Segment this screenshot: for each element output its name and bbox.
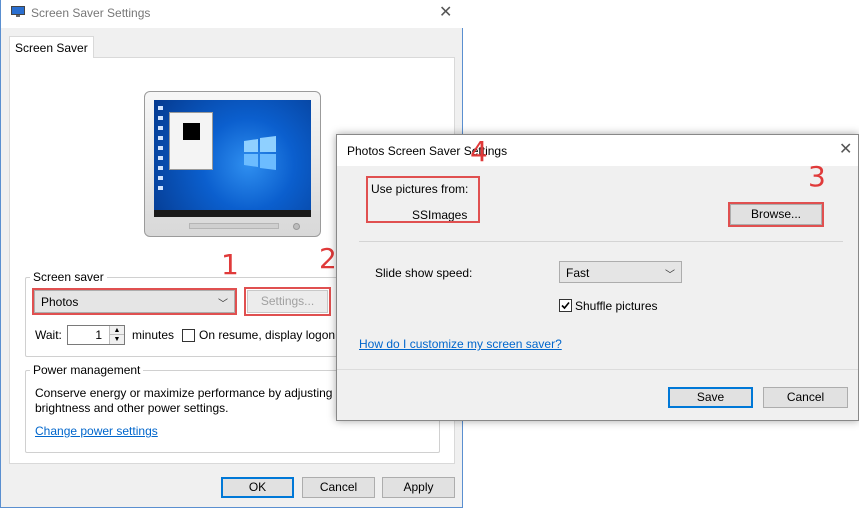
monitor-icon [11,6,25,18]
desktop-icons [158,106,163,196]
preview-screen [154,100,311,217]
marker-2: 2 [319,242,337,275]
dialog-cancel-button[interactable]: Cancel [763,387,848,408]
apply-button[interactable]: Apply [382,477,455,498]
wait-label: Wait: [35,328,62,342]
wait-stepper[interactable]: 1 ▲ ▼ [67,325,125,345]
ok-button[interactable]: OK [221,477,294,498]
close-icon[interactable]: ✕ [439,5,452,21]
tab-screen-saver[interactable]: Screen Saver [9,36,94,58]
divider [359,241,843,242]
checkmark-icon [561,301,570,310]
marker-1: 1 [221,248,239,281]
highlight-4 [366,176,480,223]
marker-4: 4 [470,135,488,168]
slide-speed-value: Fast [566,266,590,280]
highlight-1 [32,288,237,315]
highlight-3 [728,202,824,227]
cancel-button[interactable]: Cancel [302,477,375,498]
window-title: Screen Saver Settings [31,6,151,20]
marker-3: 3 [808,160,826,193]
minutes-label: minutes [132,328,175,342]
chevron-down-icon: ﹀ [665,270,675,281]
change-power-settings-link[interactable]: Change power settings [35,424,158,438]
photos-screen-saver-settings-dialog: Photos Screen Saver Settings ✕ Use pictu… [336,134,859,421]
screen-saver-group-label: Screen saver [30,270,107,284]
on-resume-checkbox[interactable] [182,329,195,342]
windows-logo-icon [242,135,278,171]
highlight-2 [244,287,331,316]
shuffle-label: Shuffle pictures [575,299,658,313]
stepper-down-icon[interactable]: ▼ [109,335,124,344]
wait-value: 1 [95,328,102,342]
help-link[interactable]: How do I customize my screen saver? [359,337,562,351]
shuffle-checkbox[interactable] [559,299,572,312]
mini-dialog [169,112,213,170]
dialog-close-icon[interactable]: ✕ [839,142,852,158]
preview-taskbar [154,210,311,217]
power-management-label: Power management [30,363,144,377]
slide-speed-label: Slide show speed: [375,266,473,280]
monitor-preview [144,91,321,237]
save-button[interactable]: Save [668,387,753,408]
on-resume-label: On resume, display logon s [199,328,345,342]
stepper-up-icon[interactable]: ▲ [109,326,124,335]
power-text-line1: Conserve energy or maximize performance … [35,386,343,400]
power-text-line2: brightness and other power settings. [35,401,229,415]
slide-speed-select[interactable]: Fast ﹀ [559,261,682,283]
